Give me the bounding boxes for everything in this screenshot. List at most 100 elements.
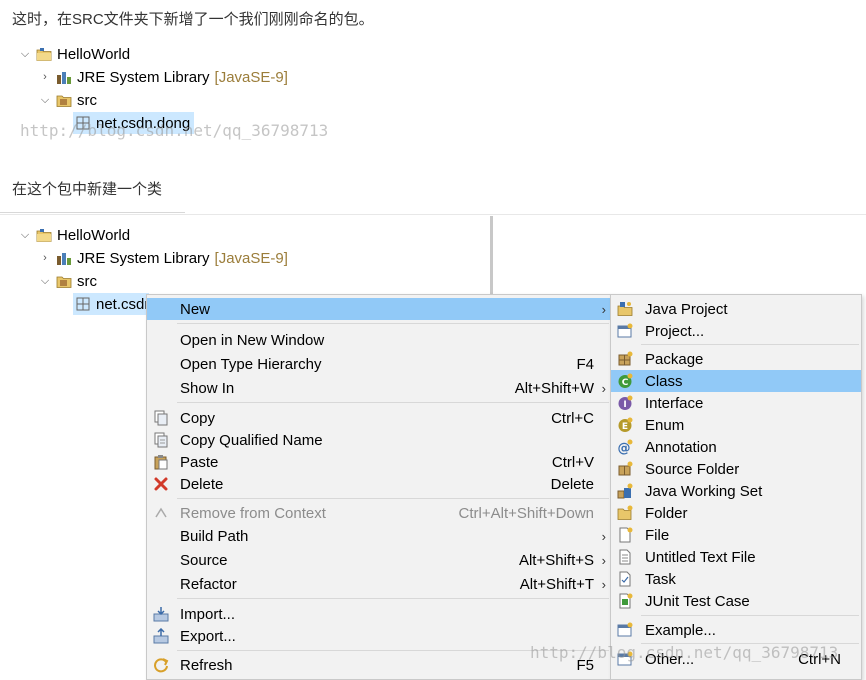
menu-item-show-in[interactable]: Show In Alt+Shift+W ›	[147, 377, 611, 399]
task-icon	[617, 571, 633, 587]
tree2-project-label: HelloWorld	[57, 226, 131, 244]
text-file-icon	[617, 549, 633, 565]
chevron-down-icon[interactable]: ⌵	[18, 228, 32, 242]
svg-text:I: I	[623, 400, 626, 410]
menu-label: Source	[180, 551, 228, 569]
submenu-label: Java Working Set	[645, 482, 763, 500]
tree2-package-row[interactable]: net.csdn	[73, 293, 149, 315]
menu-separator	[177, 402, 609, 403]
junit-icon	[617, 593, 633, 609]
svg-text:E: E	[622, 422, 628, 432]
submenu-item-untitled-text-file[interactable]: Untitled Text File	[611, 546, 861, 568]
menu-item-delete[interactable]: Delete Delete	[147, 473, 611, 495]
export-icon	[153, 627, 169, 644]
tree2-project-row[interactable]: ⌵ HelloWorld	[18, 224, 130, 246]
submenu-arrow-icon: ›	[601, 552, 606, 568]
submenu-item-project[interactable]: Project...	[611, 320, 861, 342]
menu-label: Delete	[180, 475, 224, 493]
menu-label: New	[180, 300, 211, 318]
example-icon	[617, 622, 633, 638]
tree2-jre-decoration: [JavaSE-9]	[214, 249, 288, 267]
submenu-item-class[interactable]: C Class	[611, 370, 861, 392]
tree2-src-row[interactable]: ⌵ src	[38, 270, 97, 292]
submenu-item-folder[interactable]: Folder	[611, 502, 861, 524]
menu-shortcut: Delete	[550, 475, 594, 493]
menu-shortcut: Alt+Shift+W	[514, 379, 594, 397]
menu-label: Remove from Context	[180, 504, 326, 522]
menu-item-remove-from-context[interactable]: Remove from Context Ctrl+Alt+Shift+Down	[147, 502, 611, 524]
submenu-arrow-icon: ›	[601, 576, 606, 592]
submenu-arrow-icon: ›	[601, 301, 606, 317]
menu-item-copy-qualified-name[interactable]: Copy Qualified Name	[147, 429, 611, 451]
submenu-item-enum[interactable]: E Enum	[611, 414, 861, 436]
menu-item-refactor[interactable]: Refactor Alt+Shift+T ›	[147, 573, 611, 595]
chevron-right-icon[interactable]: ›	[38, 251, 52, 265]
watermark-top: http://blog.csdn.net/qq_36798713	[20, 121, 329, 140]
submenu-label: Package	[645, 350, 704, 368]
menu-item-source[interactable]: Source Alt+Shift+S ›	[147, 549, 611, 571]
submenu-label: Project...	[645, 322, 705, 340]
package-icon	[75, 296, 91, 312]
menu-label: Show In	[180, 379, 235, 397]
menu-item-open-type-hierarchy[interactable]: Open Type Hierarchy F4	[147, 353, 611, 375]
submenu-item-interface[interactable]: I Interface	[611, 392, 861, 414]
submenu-separator	[641, 615, 859, 616]
submenu-item-source-folder[interactable]: Source Folder	[611, 458, 861, 480]
menu-label: Refresh	[180, 656, 233, 674]
menu-shortcut: Ctrl+V	[551, 453, 594, 471]
tree1-jre-decoration: [JavaSE-9]	[214, 68, 288, 86]
submenu-item-annotation[interactable]: @ Annotation	[611, 436, 861, 458]
context-menu: New › Open in New Window Open Type Hiera…	[146, 294, 612, 680]
menu-item-paste[interactable]: Paste Ctrl+V	[147, 451, 611, 473]
menu-item-import[interactable]: Import...	[147, 603, 611, 625]
annotation-icon: @	[617, 439, 633, 456]
tree2-jre-row[interactable]: › JRE System Library [JavaSE-9]	[38, 247, 288, 269]
menu-separator	[177, 498, 609, 499]
tree1-jre-row[interactable]: › JRE System Library [JavaSE-9]	[38, 66, 288, 88]
menu-label: Copy Qualified Name	[180, 431, 323, 449]
tree1-src-row[interactable]: ⌵ src	[38, 89, 97, 111]
menu-label: Refactor	[180, 575, 237, 593]
tree1-project-row[interactable]: ⌵ HelloWorld	[18, 43, 130, 65]
submenu-item-example[interactable]: Example...	[611, 619, 861, 641]
submenu-separator	[641, 344, 859, 345]
submenu-arrow-icon: ›	[601, 528, 606, 544]
menu-item-copy[interactable]: Copy Ctrl+C	[147, 407, 611, 429]
submenu-item-package[interactable]: Package	[611, 348, 861, 370]
menu-item-open-new-window[interactable]: Open in New Window	[147, 329, 611, 351]
library-icon	[56, 250, 72, 266]
chevron-down-icon[interactable]: ⌵	[38, 274, 52, 288]
tree2-package-label: net.csdn	[96, 295, 149, 313]
class-icon: C	[617, 373, 633, 389]
copy-icon	[153, 410, 169, 426]
chevron-right-icon[interactable]: ›	[38, 70, 52, 84]
delete-icon	[153, 476, 169, 492]
menu-shortcut: F4	[576, 355, 594, 373]
submenu-item-java-project[interactable]: Java Project	[611, 298, 861, 320]
tree1-jre-label: JRE System Library	[77, 68, 210, 86]
submenu-label: Task	[645, 570, 676, 588]
menu-separator	[177, 323, 609, 324]
submenu-label: Annotation	[645, 438, 717, 456]
source-folder-icon	[56, 273, 72, 289]
second-paragraph: 在这个包中新建一个类	[12, 181, 163, 198]
file-icon	[617, 527, 633, 543]
submenu-item-junit-test-case[interactable]: JUnit Test Case	[611, 590, 861, 612]
submenu-item-java-working-set[interactable]: Java Working Set	[611, 480, 861, 502]
new-submenu: Java Project Project... Package C Class …	[610, 294, 862, 680]
copy-qualified-icon	[153, 432, 169, 448]
menu-item-build-path[interactable]: Build Path ›	[147, 525, 611, 547]
menu-item-new[interactable]: New ›	[147, 298, 611, 320]
menu-label: Export...	[180, 627, 236, 645]
submenu-item-file[interactable]: File	[611, 524, 861, 546]
menu-label: Paste	[180, 453, 219, 471]
menu-shortcut: Ctrl+C	[551, 409, 594, 427]
enum-icon: E	[617, 417, 633, 433]
source-folder-icon	[56, 92, 72, 108]
chevron-down-icon[interactable]: ⌵	[18, 47, 32, 61]
paste-icon	[153, 454, 169, 470]
remove-context-icon	[153, 505, 169, 521]
submenu-item-task[interactable]: Task	[611, 568, 861, 590]
submenu-label: Enum	[645, 416, 685, 434]
chevron-down-icon[interactable]: ⌵	[38, 93, 52, 107]
